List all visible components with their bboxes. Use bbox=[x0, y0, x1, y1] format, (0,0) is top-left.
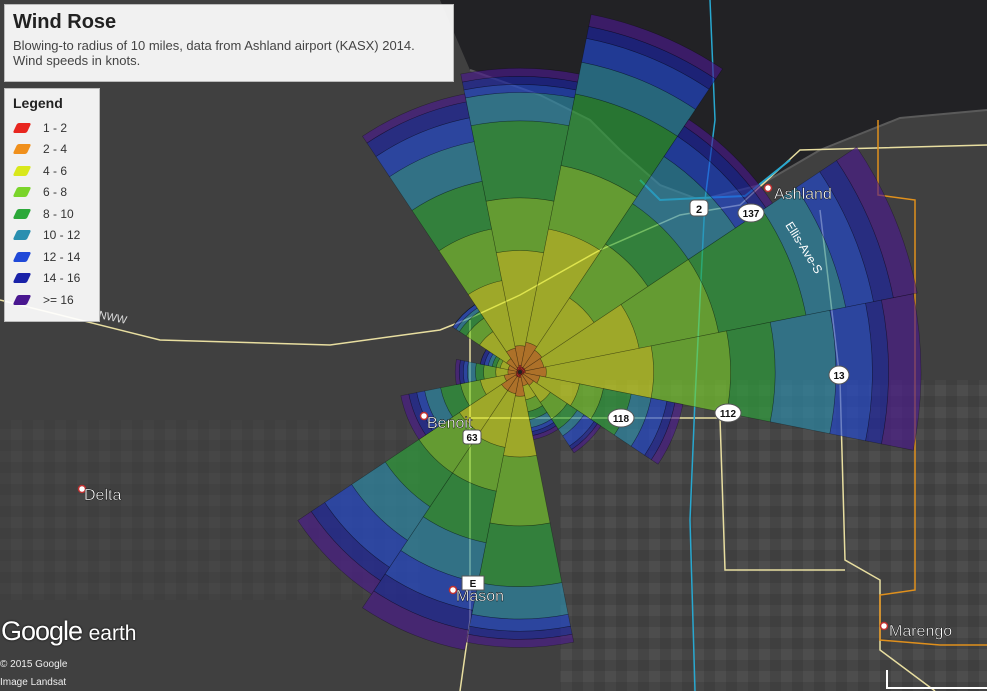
rose-segment bbox=[467, 361, 477, 383]
legend-label: 2 - 4 bbox=[43, 142, 68, 157]
swatch-icon bbox=[12, 208, 32, 219]
legend-item: 8 - 10 bbox=[12, 203, 91, 225]
legend-item: 2 - 4 bbox=[12, 139, 91, 161]
rose-segment bbox=[475, 362, 485, 382]
place-marengo[interactable]: Marengo bbox=[879, 621, 953, 641]
place-benoit[interactable]: Benoit bbox=[419, 411, 473, 433]
rose-segment bbox=[465, 92, 575, 127]
route-shield-112: 112 bbox=[714, 403, 742, 423]
svg-text:E: E bbox=[470, 579, 477, 590]
svg-text:137: 137 bbox=[743, 209, 760, 220]
legend-label: 4 - 6 bbox=[43, 163, 68, 178]
swatch-icon bbox=[12, 251, 32, 262]
benoit-label: Benoit bbox=[427, 415, 473, 432]
legend-label: 10 - 12 bbox=[43, 228, 81, 243]
legend-title: Legend bbox=[13, 95, 63, 111]
mason-label: Mason bbox=[456, 588, 504, 605]
legend-label: >= 16 bbox=[43, 292, 74, 307]
rose-segment bbox=[769, 310, 837, 434]
legend-item: 4 - 6 bbox=[12, 160, 91, 182]
swatch-icon bbox=[12, 187, 32, 198]
route-shield-118: 118 bbox=[607, 408, 635, 428]
svg-text:13: 13 bbox=[833, 371, 845, 382]
legend-list: 1 - 2 2 - 4 4 - 6 6 - 8 8 - 10 10 - 12 1… bbox=[12, 117, 91, 311]
marengo-label: Marengo bbox=[889, 623, 952, 640]
logo-google-text: Google bbox=[1, 616, 83, 646]
swatch-icon bbox=[12, 122, 32, 133]
svg-text:112: 112 bbox=[720, 409, 737, 420]
svg-text:2: 2 bbox=[696, 204, 702, 216]
svg-text:63: 63 bbox=[466, 433, 478, 444]
swatch-icon bbox=[12, 144, 32, 155]
route-shield-e: E bbox=[461, 575, 485, 591]
svg-text:118: 118 bbox=[613, 414, 630, 425]
satellite-map[interactable]: Ashland Benoit Delta Mason Marengo Ellis… bbox=[0, 0, 987, 691]
rose-segment bbox=[485, 197, 555, 254]
rose-segment bbox=[477, 522, 563, 587]
title-panel: Wind Rose Blowing-to radius of 10 miles,… bbox=[4, 4, 454, 82]
route-shield-13: 13 bbox=[828, 365, 850, 385]
logo-earth-text: earth bbox=[88, 622, 137, 645]
swatch-icon bbox=[12, 165, 32, 176]
legend-item: 12 - 14 bbox=[12, 246, 91, 268]
place-delta[interactable]: Delta bbox=[77, 484, 122, 505]
imagery-credit: Image Landsat bbox=[0, 677, 67, 688]
route-shield-137: 137 bbox=[737, 203, 765, 223]
map-title: Wind Rose bbox=[13, 11, 117, 33]
subtitle-line-2: Wind speeds in knots. bbox=[13, 53, 141, 68]
legend-item: 1 - 2 bbox=[12, 117, 91, 139]
legend-item: >= 16 bbox=[12, 289, 91, 311]
rose-segment bbox=[470, 120, 570, 202]
ashland-label: Ashland bbox=[774, 186, 832, 203]
map-subtitle: Blowing-to radius of 10 miles, data from… bbox=[13, 38, 445, 68]
legend-label: 14 - 16 bbox=[43, 271, 81, 286]
legend-label: 1 - 2 bbox=[43, 120, 68, 135]
route-shield-2: 2 bbox=[689, 199, 709, 217]
legend-label: 8 - 10 bbox=[43, 206, 74, 221]
google-earth-logo: Google earth bbox=[1, 616, 136, 647]
legend-item: 6 - 8 bbox=[12, 182, 91, 204]
swatch-icon bbox=[12, 273, 32, 284]
legend-item: 10 - 12 bbox=[12, 225, 91, 247]
legend-item: 14 - 16 bbox=[12, 268, 91, 290]
legend-label: 12 - 14 bbox=[43, 249, 81, 264]
subtitle-line-1: Blowing-to radius of 10 miles, data from… bbox=[13, 38, 415, 53]
rose-center bbox=[518, 370, 522, 374]
delta-label: Delta bbox=[84, 487, 121, 504]
place-ashland[interactable]: Ashland bbox=[763, 183, 832, 204]
swatch-icon bbox=[12, 294, 32, 305]
swatch-icon bbox=[12, 230, 32, 241]
route-shield-63: 63 bbox=[462, 429, 482, 445]
copyright-credit: © 2015 Google bbox=[0, 659, 68, 670]
legend-panel: Legend 1 - 2 2 - 4 4 - 6 6 - 8 8 - 10 10… bbox=[4, 88, 100, 322]
legend-label: 6 - 8 bbox=[43, 185, 68, 200]
